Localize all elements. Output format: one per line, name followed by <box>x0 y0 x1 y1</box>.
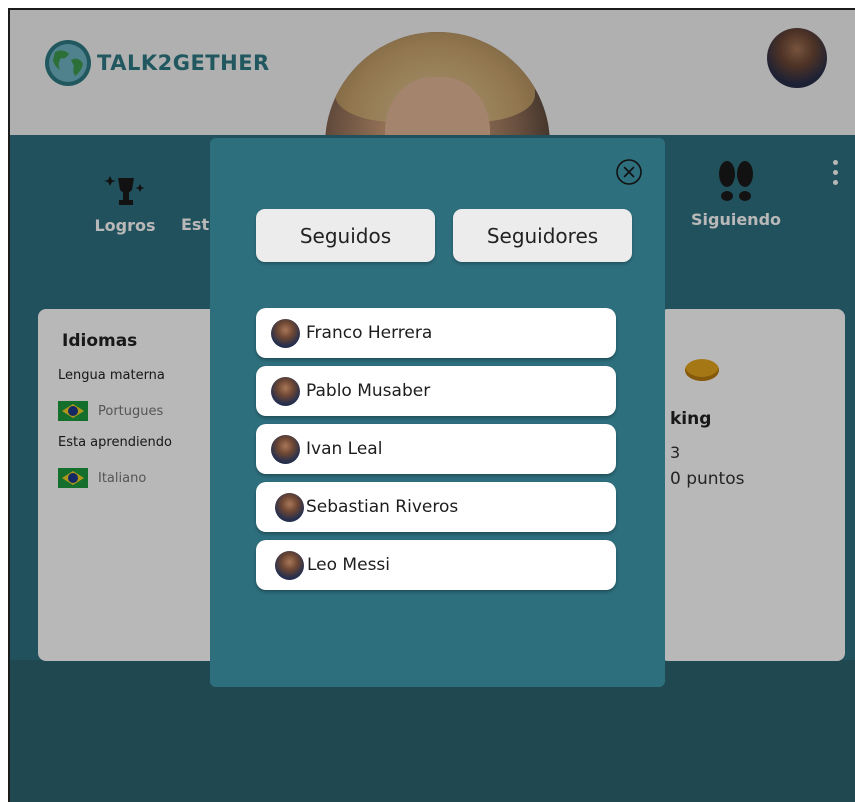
follow-modal: Seguidos Seguidores Franco Herrera Pablo… <box>210 138 665 687</box>
follow-name: Ivan Leal <box>306 439 383 459</box>
close-icon[interactable] <box>615 158 643 186</box>
tab-seguidores[interactable]: Seguidores <box>453 209 632 262</box>
follow-name: Sebastian Riveros <box>306 497 459 517</box>
avatar <box>275 550 304 580</box>
follow-item-leo-messi[interactable]: Leo Messi <box>256 540 616 590</box>
avatar <box>271 434 300 464</box>
follow-name: Franco Herrera <box>306 323 433 343</box>
avatar <box>271 318 300 348</box>
follow-name: Pablo Musaber <box>306 381 431 401</box>
app-frame: TALK2GETHER Logros Est Siguiendo Idiomas… <box>8 8 855 802</box>
follow-item-pablo-musaber[interactable]: Pablo Musaber <box>256 366 616 416</box>
follow-item-ivan-leal[interactable]: Ivan Leal <box>256 424 616 474</box>
follow-item-franco-herrera[interactable]: Franco Herrera <box>256 308 616 358</box>
follow-name: Leo Messi <box>307 555 390 575</box>
avatar <box>275 492 304 522</box>
follow-list: Franco Herrera Pablo Musaber Ivan Leal S… <box>256 308 616 598</box>
avatar <box>271 376 300 406</box>
follow-item-sebastian-riveros[interactable]: Sebastian Riveros <box>256 482 616 532</box>
tab-seguidos[interactable]: Seguidos <box>256 209 435 262</box>
